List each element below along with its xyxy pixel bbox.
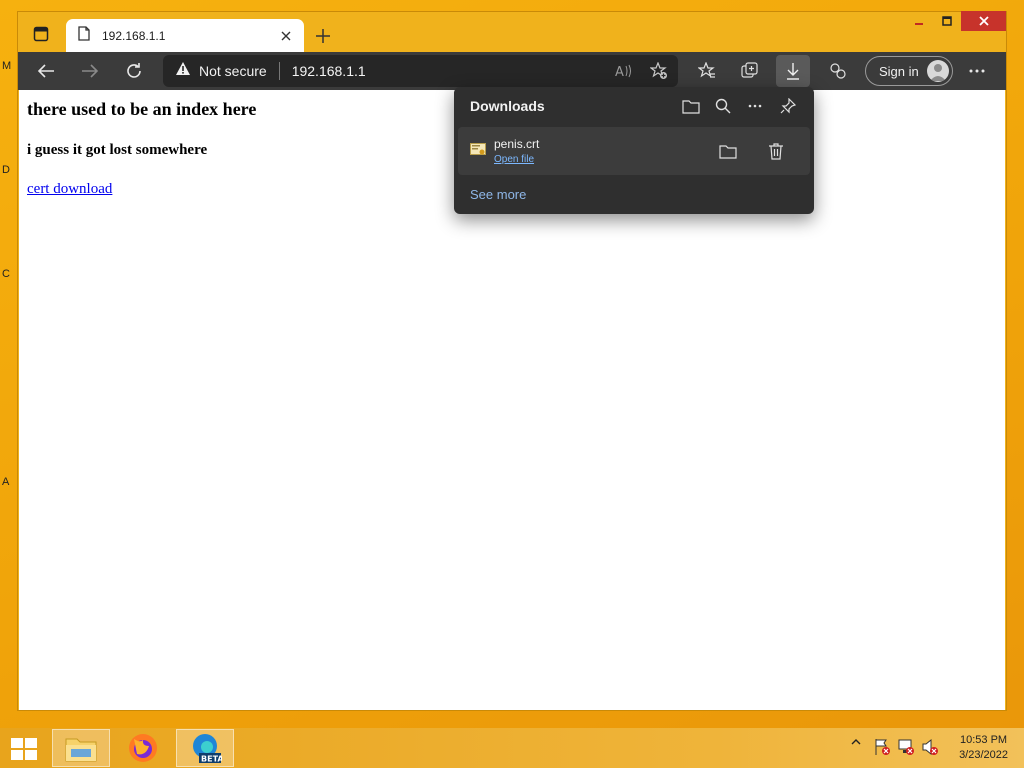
search-icon <box>715 98 731 114</box>
file-explorer-icon <box>65 738 97 762</box>
pin-icon <box>780 98 796 114</box>
chevron-up-icon <box>851 739 861 745</box>
add-favorite-icon[interactable] <box>650 62 668 80</box>
taskbar-file-explorer[interactable] <box>52 729 110 767</box>
desktop-icon-label-fragment: A <box>2 476 10 488</box>
back-button[interactable] <box>29 55 63 87</box>
open-downloads-folder-button[interactable] <box>682 97 700 115</box>
tab-actions-button[interactable] <box>26 25 56 47</box>
close-icon <box>978 16 989 26</box>
tab-active[interactable]: 192.168.1.1 <box>66 19 304 52</box>
collections-icon <box>741 62 758 78</box>
delete-download-button[interactable] <box>766 141 786 161</box>
certificate-file-icon <box>470 143 486 157</box>
close-window-button[interactable] <box>961 11 1006 31</box>
search-downloads-button[interactable] <box>714 97 732 115</box>
browser-essentials-button[interactable] <box>821 55 855 87</box>
trash-icon <box>769 143 783 160</box>
edge-beta-badge: BETA <box>201 755 222 764</box>
folder-icon <box>719 144 737 159</box>
see-more-link[interactable]: See more <box>470 187 526 202</box>
tab-actions-icon <box>33 26 49 47</box>
firefox-icon <box>129 734 157 762</box>
url-text[interactable]: 192.168.1.1 <box>292 63 366 79</box>
volume-muted-icon <box>922 738 938 756</box>
download-item[interactable]: penis.crt Open file <box>458 127 810 175</box>
title-bar: 192.168.1.1 <box>18 11 1006 52</box>
arrow-right-icon <box>82 64 99 78</box>
minimize-icon <box>915 23 923 25</box>
download-file-name: penis.crt <box>494 137 540 151</box>
clock-time: 10:53 PM <box>959 734 1008 746</box>
network-tray-icon[interactable] <box>897 738 915 756</box>
action-center-tray-icon[interactable] <box>873 738 891 756</box>
sign-in-label: Sign in <box>879 63 919 79</box>
download-icon <box>787 63 799 80</box>
more-icon <box>748 104 762 108</box>
volume-tray-icon[interactable] <box>921 738 939 756</box>
refresh-icon <box>127 63 141 78</box>
network-icon <box>898 739 914 755</box>
page-heading: there used to be an index here <box>27 99 257 119</box>
user-icon <box>930 64 946 81</box>
more-icon <box>969 69 985 73</box>
favorites-button[interactable] <box>690 55 724 87</box>
warning-icon <box>175 61 191 81</box>
new-tab-button[interactable] <box>312 25 334 47</box>
plus-icon <box>316 29 330 43</box>
show-hidden-icons-button[interactable] <box>851 738 861 746</box>
start-button[interactable] <box>8 736 40 762</box>
settings-more-button[interactable] <box>960 55 994 87</box>
pin-downloads-button[interactable] <box>779 97 797 115</box>
sign-in-button[interactable]: Sign in <box>865 56 953 86</box>
windows-logo-icon <box>11 738 37 760</box>
taskbar: BETA 10:53 PM 3/23/2022 <box>0 728 1024 768</box>
page-favicon-icon <box>78 25 90 46</box>
taskbar-clock[interactable]: 10:53 PM 3/23/2022 <box>959 733 1008 763</box>
taskbar-edge-beta[interactable]: BETA <box>176 729 234 767</box>
open-file-link[interactable]: Open file <box>494 154 534 165</box>
favorites-icon <box>698 62 715 78</box>
browser-toolbar: Not secure 192.168.1.1 A Sign in <box>18 52 1006 90</box>
downloads-header: Downloads <box>454 87 814 125</box>
maximize-icon <box>942 16 952 26</box>
minimize-button[interactable] <box>905 11 933 31</box>
arrow-left-icon <box>37 64 54 78</box>
desktop-icon-label-fragment: M <box>2 60 12 72</box>
tab-title: 192.168.1.1 <box>102 28 166 43</box>
show-in-folder-button[interactable] <box>718 141 738 161</box>
collections-button[interactable] <box>733 55 767 87</box>
avatar <box>927 60 949 82</box>
address-bar[interactable]: Not secure 192.168.1.1 A <box>163 55 678 87</box>
desktop-icon-label-fragment: D <box>2 164 10 176</box>
clock-date: 3/23/2022 <box>959 749 1008 761</box>
edge-beta-icon: BETA <box>193 734 222 764</box>
taskbar-firefox[interactable] <box>114 729 172 767</box>
downloads-button[interactable] <box>776 55 810 87</box>
address-divider <box>278 62 280 80</box>
folder-icon <box>682 99 700 114</box>
downloads-title: Downloads <box>470 98 545 114</box>
window-controls <box>905 11 1006 31</box>
flag-alert-icon <box>875 739 890 755</box>
svg-text:A: A <box>615 65 624 79</box>
tab-close-button[interactable] <box>278 28 294 44</box>
read-aloud-icon[interactable]: A <box>615 62 633 80</box>
maximize-button[interactable] <box>933 11 961 31</box>
close-icon <box>281 31 291 40</box>
heart-pulse-icon <box>830 63 846 79</box>
cert-download-link[interactable]: cert download <box>27 181 112 198</box>
security-status[interactable]: Not secure <box>199 63 267 79</box>
page-subheading: i guess it got lost somewhere <box>27 142 208 158</box>
refresh-button[interactable] <box>117 55 151 87</box>
desktop-icon-label-fragment: C <box>2 268 10 280</box>
downloads-more-button[interactable] <box>746 97 764 115</box>
downloads-flyout: Downloads penis.crt Open file See more <box>454 87 814 214</box>
forward-button[interactable] <box>73 55 107 87</box>
